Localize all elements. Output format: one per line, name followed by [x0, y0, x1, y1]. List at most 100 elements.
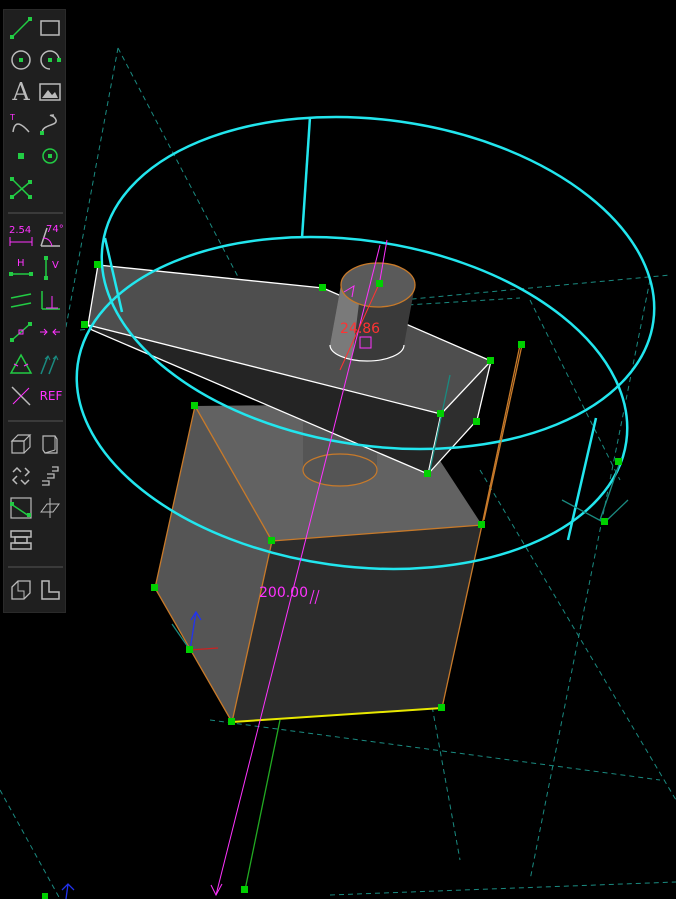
horizontal-constraint-button[interactable]: H — [7, 254, 35, 282]
axis-normal-line — [561, 499, 604, 523]
union-icon — [11, 580, 31, 600]
bspline-icon — [40, 114, 57, 135]
svg-text:T: T — [9, 113, 15, 122]
image-tool-button[interactable] — [36, 78, 64, 106]
sketch-point[interactable] — [94, 261, 101, 268]
selected-circle-generator — [300, 116, 312, 239]
axis-green-line — [244, 719, 281, 891]
toolbar-separator — [8, 420, 63, 422]
selected-circle-generator — [566, 417, 598, 541]
trim-tool-button[interactable] — [7, 174, 35, 202]
other-constraint-button[interactable] — [7, 382, 35, 410]
union-button[interactable] — [7, 576, 35, 604]
symmetric-constraint-button[interactable] — [36, 318, 64, 346]
upper-cylinder[interactable] — [329, 262, 416, 362]
nearest-ortho-button[interactable] — [36, 494, 64, 522]
axis-normal-line — [604, 499, 629, 523]
circle-icon — [11, 50, 31, 70]
sketch-point[interactable] — [487, 357, 494, 364]
tangent-arc-icon: T — [9, 113, 30, 133]
sketch-point[interactable] — [81, 321, 88, 328]
nearest-iso-button[interactable] — [7, 494, 35, 522]
point-icon — [18, 153, 24, 159]
sketch-point[interactable] — [473, 418, 480, 425]
step-rotate-icon — [11, 466, 31, 486]
angle-dimension-label: 74° — [46, 224, 64, 235]
line-tool-button[interactable] — [7, 14, 35, 42]
difference-icon — [41, 580, 60, 600]
sketch-point[interactable] — [478, 521, 485, 528]
angle-dimension-button[interactable]: 74° — [36, 222, 64, 250]
bspline-tool-button[interactable] — [36, 110, 64, 138]
point-on-constraint-icon — [10, 322, 32, 342]
sketch-point[interactable] — [438, 704, 445, 711]
line-icon — [10, 17, 32, 39]
cad-viewport[interactable]: 24.86 200.00 — [0, 0, 676, 899]
parallel-constraint-icon — [10, 293, 32, 308]
sketch-point[interactable] — [376, 280, 383, 287]
sketch-point[interactable] — [42, 893, 48, 899]
sketch-point[interactable] — [437, 410, 444, 417]
extrude-icon — [10, 434, 32, 454]
image-icon — [39, 83, 61, 101]
step-translate-button[interactable] — [36, 462, 64, 490]
tangent-constraint-button[interactable] — [36, 350, 64, 378]
sketch-point[interactable] — [615, 458, 622, 465]
construction-line — [329, 881, 676, 896]
step-rotate-button[interactable] — [7, 462, 35, 490]
length-dimension-value[interactable]: 200.00 — [259, 585, 308, 601]
tangent-constraint-icon — [40, 355, 59, 375]
perpendicular-constraint-icon — [41, 291, 60, 310]
horizontal-constraint-label: H — [17, 258, 25, 269]
reference-toggle-button[interactable]: REF — [36, 382, 66, 410]
nearest-iso-icon — [10, 497, 32, 519]
text-tool-button[interactable]: A — [7, 78, 35, 106]
extrude-button[interactable] — [7, 430, 35, 458]
axis-orange-line — [483, 344, 523, 521]
rectangle-icon — [40, 20, 60, 36]
sketch-point[interactable] — [268, 537, 275, 544]
construction-line — [479, 469, 676, 801]
sketch-point[interactable] — [241, 886, 248, 893]
length-dimension-button[interactable]: 2.54 — [7, 222, 35, 250]
circle-tool-button[interactable] — [7, 46, 35, 74]
sketch-toolbar: A T 2.54 74° H V REF — [3, 9, 66, 613]
sketch-point[interactable] — [424, 470, 431, 477]
arc-icon — [40, 50, 61, 70]
nearest-ortho-icon — [40, 498, 60, 518]
assemble-icon — [10, 530, 32, 550]
workplane-icon — [42, 148, 58, 164]
vertical-constraint-button[interactable]: V — [36, 254, 64, 282]
difference-button[interactable] — [36, 576, 64, 604]
other-constraint-icon — [11, 386, 31, 406]
sketch-point[interactable] — [319, 284, 326, 291]
vertical-constraint-label: V — [52, 260, 59, 271]
sketch-point[interactable] — [518, 341, 525, 348]
sketch-point[interactable] — [191, 402, 198, 409]
parallel-constraint-button[interactable] — [7, 286, 35, 314]
arc-tool-button[interactable] — [36, 46, 64, 74]
reference-icon: REF — [39, 389, 63, 403]
perpendicular-constraint-button[interactable] — [36, 286, 64, 314]
construction-line — [0, 789, 61, 899]
text-icon: A — [12, 78, 30, 106]
workplane-tool-button[interactable] — [36, 142, 64, 170]
sketch-point[interactable] — [151, 584, 158, 591]
diameter-dimension-value[interactable]: 24.86 — [340, 321, 380, 337]
lathe-icon — [42, 435, 58, 454]
tangent-arc-tool-button[interactable]: T — [7, 110, 35, 138]
length-dimension-label: 2.54 — [9, 225, 32, 236]
toolbar-separator — [8, 566, 63, 568]
lathe-button[interactable] — [36, 430, 64, 458]
point-tool-button[interactable] — [7, 142, 35, 170]
point-on-constraint-button[interactable] — [7, 318, 35, 346]
sketch-point[interactable] — [228, 718, 235, 725]
assemble-button[interactable] — [7, 526, 35, 554]
trim-icon — [10, 177, 32, 199]
sketch-point[interactable] — [601, 518, 608, 525]
equal-constraint-button[interactable] — [7, 350, 35, 378]
rectangle-tool-button[interactable] — [36, 14, 64, 42]
equal-constraint-icon — [9, 353, 33, 374]
sketch-point[interactable] — [186, 646, 193, 653]
step-translate-icon — [42, 466, 59, 486]
